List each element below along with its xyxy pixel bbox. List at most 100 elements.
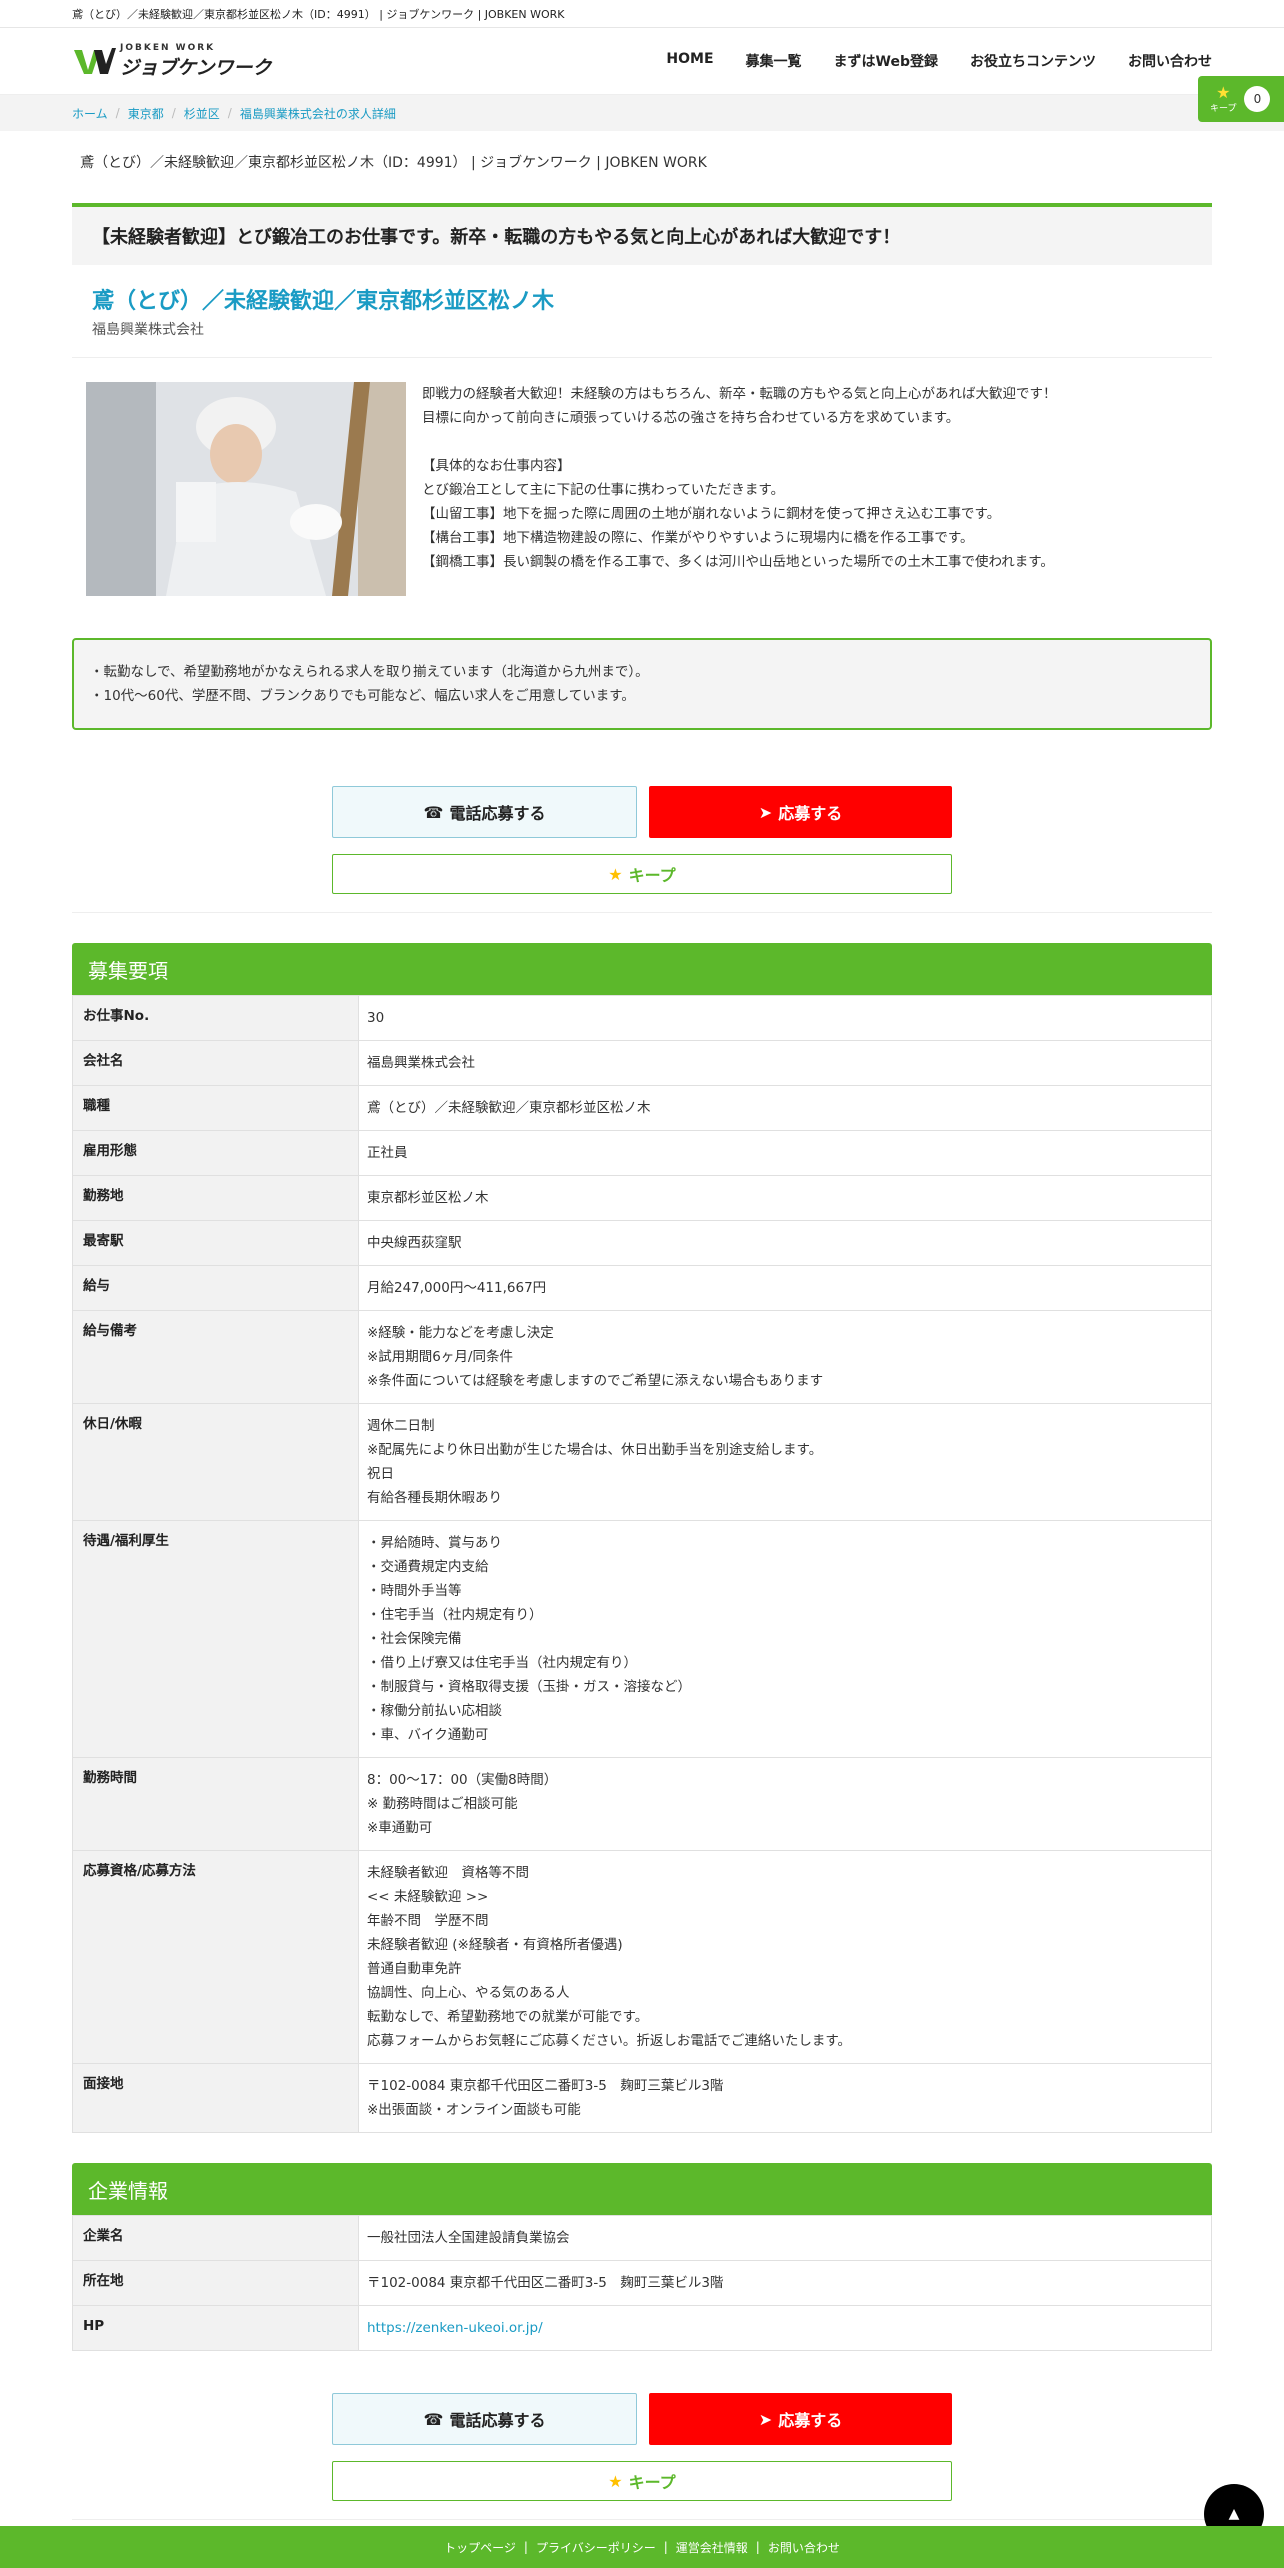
site-footer: トップページ | プライバシーポリシー | 運営会社情報 | お問い合わせ — [0, 2526, 1284, 2568]
row-value: 一般社団法人全国建設請負業協会 — [358, 2215, 1212, 2261]
value-line: ※試用期間6ヶ月/同条件 — [367, 1349, 513, 1365]
star-icon: ★ — [608, 864, 623, 884]
value-line: 年齢不問 学歴不問 — [367, 1913, 489, 1929]
apply-actions-top: ☎ 電話応募する ➤ 応募する ★ キープ — [332, 786, 952, 894]
intro-line: 【具体的なお仕事内容】 — [422, 458, 571, 474]
footer-link-company[interactable]: 運営会社情報 — [676, 2539, 748, 2556]
job-photo — [86, 382, 406, 596]
value-line: ・借り上げ寮又は住宅手当（社内規定有り） — [367, 1655, 637, 1671]
logo-small-text: JOBKEN WORK — [120, 42, 216, 53]
value-line: 中央線西荻窪駅 — [367, 1235, 462, 1251]
row-label: お仕事No. — [72, 995, 359, 1041]
hp-link[interactable]: https://zenken-ukeoi.or.jp/ — [367, 2316, 1203, 2340]
row-label: HP — [72, 2305, 359, 2351]
table-row: 待遇/福利厚生 ・昇給随時、賞与あり ・交通費規定内支給 ・時間外手当等 ・住宅手当（社… — [72, 1520, 1212, 1758]
value-line: 東京都杉並区松ノ木 — [367, 1190, 489, 1206]
nav-web-register[interactable]: まずはWeb登録 — [834, 51, 938, 71]
arrow-up-icon: ▲ — [1228, 2506, 1240, 2522]
breadcrumb-ward[interactable]: 杉並区 — [184, 105, 220, 122]
notice-line: ・転勤なしで、希望勤務地がかなえられる求人を取り揃えています（北海道から九州まで… — [90, 664, 649, 680]
phone-apply-button[interactable]: ☎ 電話応募する — [332, 786, 637, 838]
browser-title-line: 鳶（とび）／未経験歓迎／東京都杉並区松ノ木（ID：4991） | ジョブケンワー… — [0, 0, 1284, 28]
value-line: 一般社団法人全国建設請負業協会 — [367, 2230, 570, 2246]
site-logo[interactable]: JOBKEN WORK ジョブケンワーク — [72, 43, 271, 80]
breadcrumb-prefecture[interactable]: 東京都 — [128, 105, 164, 122]
row-value: 8：00～17：00（実働8時間） ※ 勤務時間はご相談可能 ※車通勤可 — [358, 1757, 1212, 1851]
row-label: 給与 — [72, 1265, 359, 1311]
value-line: 週休二日制 — [367, 1418, 435, 1434]
footer-link-top[interactable]: トップページ — [444, 2539, 516, 2556]
keep-label: キープ — [628, 866, 676, 885]
table-row: 勤務時間 8：00～17：00（実働8時間） ※ 勤務時間はご相談可能 ※車通勤可 — [72, 1757, 1212, 1851]
nav-job-list[interactable]: 募集一覧 — [746, 51, 802, 71]
table-row: 職種 鳶（とび）／未経験歓迎／東京都杉並区松ノ木 — [72, 1085, 1212, 1131]
keep-count-badge: 0 — [1244, 86, 1271, 112]
apply-button[interactable]: ➤ 応募する — [649, 2393, 952, 2445]
page-title: 鳶（とび）／未経験歓迎／東京都杉並区松ノ木（ID：4991） | ジョブケンワー… — [80, 155, 707, 171]
table-row: 面接地 〒102-0084 東京都千代田区二番町3-5 麹町三葉ビル3階 ※出張面談… — [72, 2063, 1212, 2133]
notice-line: ・10代〜60代、学歴不問、ブランクありでも可能など、幅広い求人をご用意していま… — [90, 688, 635, 704]
value-line: 応募フォームからお気軽にご応募ください。折返しお電話でご連絡いたします。 — [367, 2033, 851, 2049]
value-line: ・交通費規定内支給 — [367, 1559, 489, 1575]
value-line: 月給247,000円～411,667円 — [367, 1280, 547, 1296]
recruit-table: お仕事No. 30 会社名 福島興業株式会社 職種 鳶（とび）／未経験歓迎／東京都杉並区松… — [72, 995, 1212, 2133]
intro-text: 即戦力の経験者大歓迎！未経験の方はもちろん、新卒・転職の方もやる気と向上心があれ… — [422, 382, 1057, 636]
paper-plane-icon: ➤ — [758, 802, 773, 822]
value-line: 〒102-0084 東京都千代田区二番町3-5 麹町三葉ビル3階 — [367, 2275, 724, 2291]
paper-plane-icon: ➤ — [758, 2409, 773, 2429]
phone-apply-label: 電話応募する — [449, 2411, 546, 2430]
notice-box: ・転勤なしで、希望勤務地がかなえられる求人を取り揃えています（北海道から九州まで… — [72, 638, 1212, 730]
footer-separator: | — [755, 2540, 760, 2554]
company-name: 福島興業株式会社 — [72, 315, 1212, 358]
keep-floating-button[interactable]: ★ キープ 0 — [1198, 76, 1284, 122]
table-row: 最寄駅 中央線西荻窪駅 — [72, 1220, 1212, 1266]
site-header: JOBKEN WORK ジョブケンワーク HOME 募集一覧 まずはWeb登録 … — [0, 28, 1284, 95]
company-table: 企業名 一般社団法人全国建設請負業協会 所在地 〒102-0084 東京都千代田区二番… — [72, 2215, 1212, 2351]
keep-button[interactable]: ★ キープ — [332, 854, 952, 894]
row-value: 〒102-0084 東京都千代田区二番町3-5 麹町三葉ビル3階 ※出張面談・オン… — [358, 2063, 1212, 2133]
breadcrumb-separator: / — [115, 106, 120, 120]
value-line: 福島興業株式会社 — [367, 1055, 475, 1071]
company-section-title: 企業情報 — [72, 2163, 1212, 2215]
row-label: 企業名 — [72, 2215, 359, 2261]
breadcrumb-current[interactable]: 福島興業株式会社の求人詳細 — [240, 105, 396, 122]
row-label: 応募資格/応募方法 — [72, 1850, 359, 2064]
value-line: ※経験・能力などを考慮し決定 — [367, 1325, 554, 1341]
keep-label: キープ — [1210, 103, 1237, 114]
apply-label: 応募する — [778, 2411, 843, 2430]
value-line: ・社会保険完備 — [367, 1631, 462, 1647]
row-label: 職種 — [72, 1085, 359, 1131]
row-label: 勤務地 — [72, 1175, 359, 1221]
breadcrumb-separator: / — [171, 106, 176, 120]
worker-image-icon — [86, 382, 406, 596]
value-line: ・住宅手当（社内規定有り） — [367, 1607, 543, 1623]
apply-actions-bottom: ☎ 電話応募する ➤ 応募する ★ キープ — [332, 2393, 952, 2501]
logo-mark-icon — [74, 48, 116, 74]
value-line: 〒102-0084 東京都千代田区二番町3-5 麹町三葉ビル3階 — [367, 2078, 724, 2094]
phone-apply-button[interactable]: ☎ 電話応募する — [332, 2393, 637, 2445]
row-label: 最寄駅 — [72, 1220, 359, 1266]
nav-home[interactable]: HOME — [666, 51, 713, 71]
value-line: 有給各種長期休暇あり — [367, 1490, 502, 1506]
row-value: 中央線西荻窪駅 — [358, 1220, 1212, 1266]
footer-link-contact[interactable]: お問い合わせ — [768, 2539, 840, 2556]
apply-button[interactable]: ➤ 応募する — [649, 786, 952, 838]
keep-button[interactable]: ★ キープ — [332, 2461, 952, 2501]
footer-link-privacy[interactable]: プライバシーポリシー — [536, 2539, 656, 2556]
keep-label: キープ — [628, 2473, 676, 2492]
nav-contact[interactable]: お問い合わせ — [1128, 51, 1212, 71]
value-line: ※条件面については経験を考慮しますのでご希望に添えない場合もあります — [367, 1373, 824, 1389]
footer-separator: | — [663, 2540, 668, 2554]
nav-useful-content[interactable]: お役立ちコンテンツ — [970, 51, 1096, 71]
value-line: << 未経験歓迎 >> — [367, 1889, 489, 1905]
job-intro: 即戦力の経験者大歓迎！未経験の方はもちろん、新卒・転職の方もやる気と向上心があれ… — [72, 358, 1212, 636]
logo-main-text: ジョブケンワーク — [120, 56, 272, 79]
breadcrumb-home[interactable]: ホーム — [72, 105, 108, 122]
row-value: https://zenken-ukeoi.or.jp/ — [358, 2305, 1212, 2351]
value-line: 30 — [367, 1010, 385, 1026]
row-label: 待遇/福利厚生 — [72, 1520, 359, 1758]
row-label: 勤務時間 — [72, 1757, 359, 1851]
title-text: 鳶（とび）／未経験歓迎／東京都杉並区松ノ木（ID：4991） | ジョブケンワー… — [72, 7, 565, 21]
row-label: 雇用形態 — [72, 1130, 359, 1176]
phone-apply-label: 電話応募する — [449, 804, 546, 823]
